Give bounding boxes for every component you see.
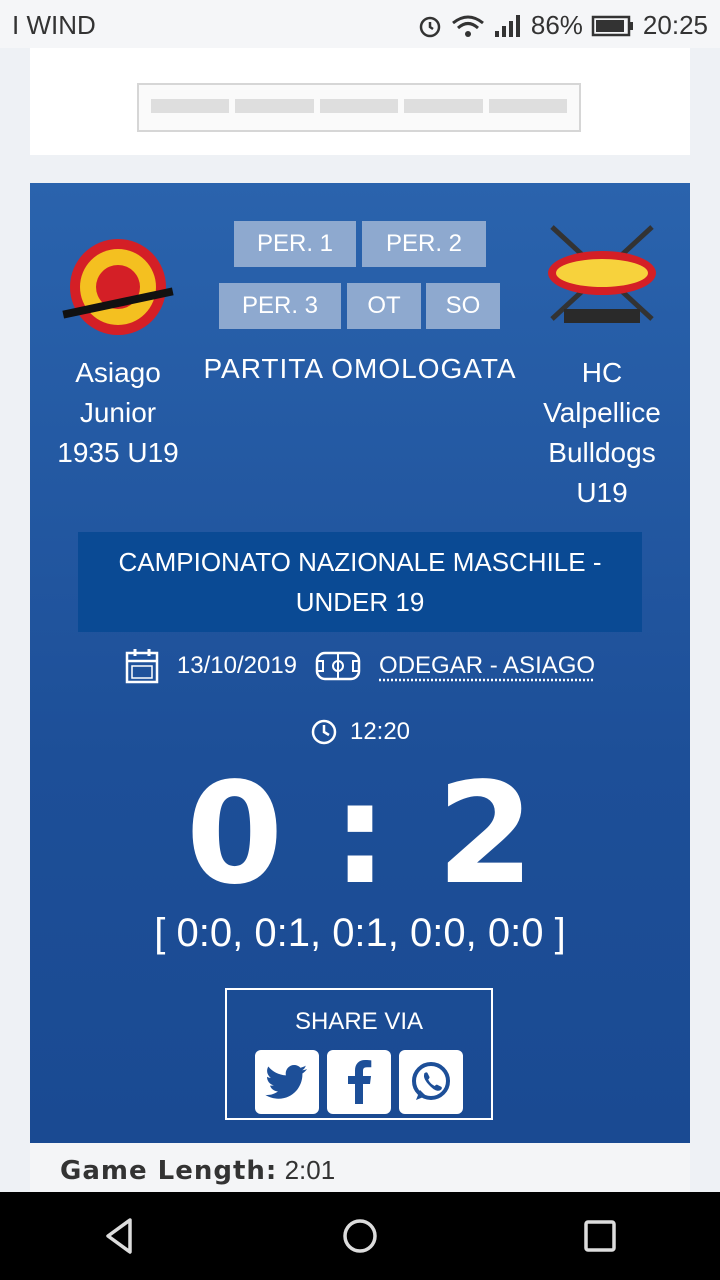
whatsapp-icon[interactable] bbox=[399, 1050, 463, 1114]
away-team-logo bbox=[548, 225, 656, 323]
battery-icon bbox=[591, 15, 633, 36]
game-length: Game Length: 2:01 bbox=[60, 1155, 335, 1186]
share-icons bbox=[227, 1050, 491, 1114]
ad-placeholder bbox=[137, 83, 581, 132]
android-nav-bar bbox=[0, 1192, 720, 1280]
recents-icon[interactable] bbox=[580, 1216, 620, 1256]
twitter-icon[interactable] bbox=[255, 1050, 319, 1114]
battery-percent: 86% bbox=[530, 10, 583, 40]
final-score: 0 : 2 bbox=[185, 753, 535, 916]
facebook-icon[interactable] bbox=[327, 1050, 391, 1114]
away-team-name: HC Valpellice Bulldogs U19 bbox=[543, 357, 661, 508]
match-status: PARTITA OMOLOGATA bbox=[203, 353, 517, 384]
game-length-value: 2:01 bbox=[284, 1155, 336, 1185]
tab-ot[interactable]: OT bbox=[347, 283, 421, 329]
alarm-icon bbox=[419, 16, 441, 37]
venue-link[interactable]: ODEGAR - ASIAGO bbox=[379, 652, 595, 680]
page: Asiago Junior 1935 U19 HC Valpellice Bul… bbox=[0, 48, 720, 1193]
signal-icon bbox=[494, 14, 520, 37]
game-length-card: Game Length: 2:01 bbox=[30, 1143, 690, 1193]
start-time: 12:20 bbox=[349, 718, 411, 745]
league-banner: CAMPIONATO NAZIONALE MASCHILE - UNDER 19 bbox=[78, 532, 642, 632]
game-length-label: Game Length: bbox=[60, 1156, 278, 1186]
tab-so[interactable]: SO bbox=[426, 283, 500, 329]
carrier: I WIND bbox=[12, 10, 96, 40]
calendar-icon bbox=[125, 649, 159, 684]
rink-icon bbox=[315, 651, 361, 681]
home-team-name: Asiago Junior 1935 U19 bbox=[57, 357, 179, 468]
tab-per-2[interactable]: PER. 2 bbox=[362, 221, 486, 267]
share-box: SHARE VIA bbox=[225, 988, 493, 1120]
tab-per-3[interactable]: PER. 3 bbox=[219, 283, 341, 329]
home-team-logo bbox=[62, 239, 174, 335]
clock-time: 20:25 bbox=[642, 10, 708, 40]
match-card: Asiago Junior 1935 U19 HC Valpellice Bul… bbox=[30, 183, 690, 1143]
period-scores: [ 0:0, 0:1, 0:1, 0:0, 0:0 ] bbox=[154, 911, 566, 955]
tab-per-1[interactable]: PER. 1 bbox=[234, 221, 356, 267]
match-date: 13/10/2019 bbox=[176, 652, 298, 679]
clock-icon bbox=[311, 719, 337, 745]
back-icon[interactable] bbox=[100, 1216, 140, 1256]
top-card bbox=[30, 48, 690, 155]
match-meta: 13/10/2019 ODEGAR - ASIAGO bbox=[30, 648, 690, 684]
status-bar: I WIND 86% 20:25 bbox=[0, 0, 720, 48]
status-right: 86% 20:25 bbox=[417, 10, 708, 41]
match-time: 12:20 bbox=[30, 718, 690, 746]
home-icon[interactable] bbox=[340, 1216, 380, 1256]
share-label: SHARE VIA bbox=[294, 1008, 424, 1035]
wifi-icon bbox=[451, 15, 484, 37]
